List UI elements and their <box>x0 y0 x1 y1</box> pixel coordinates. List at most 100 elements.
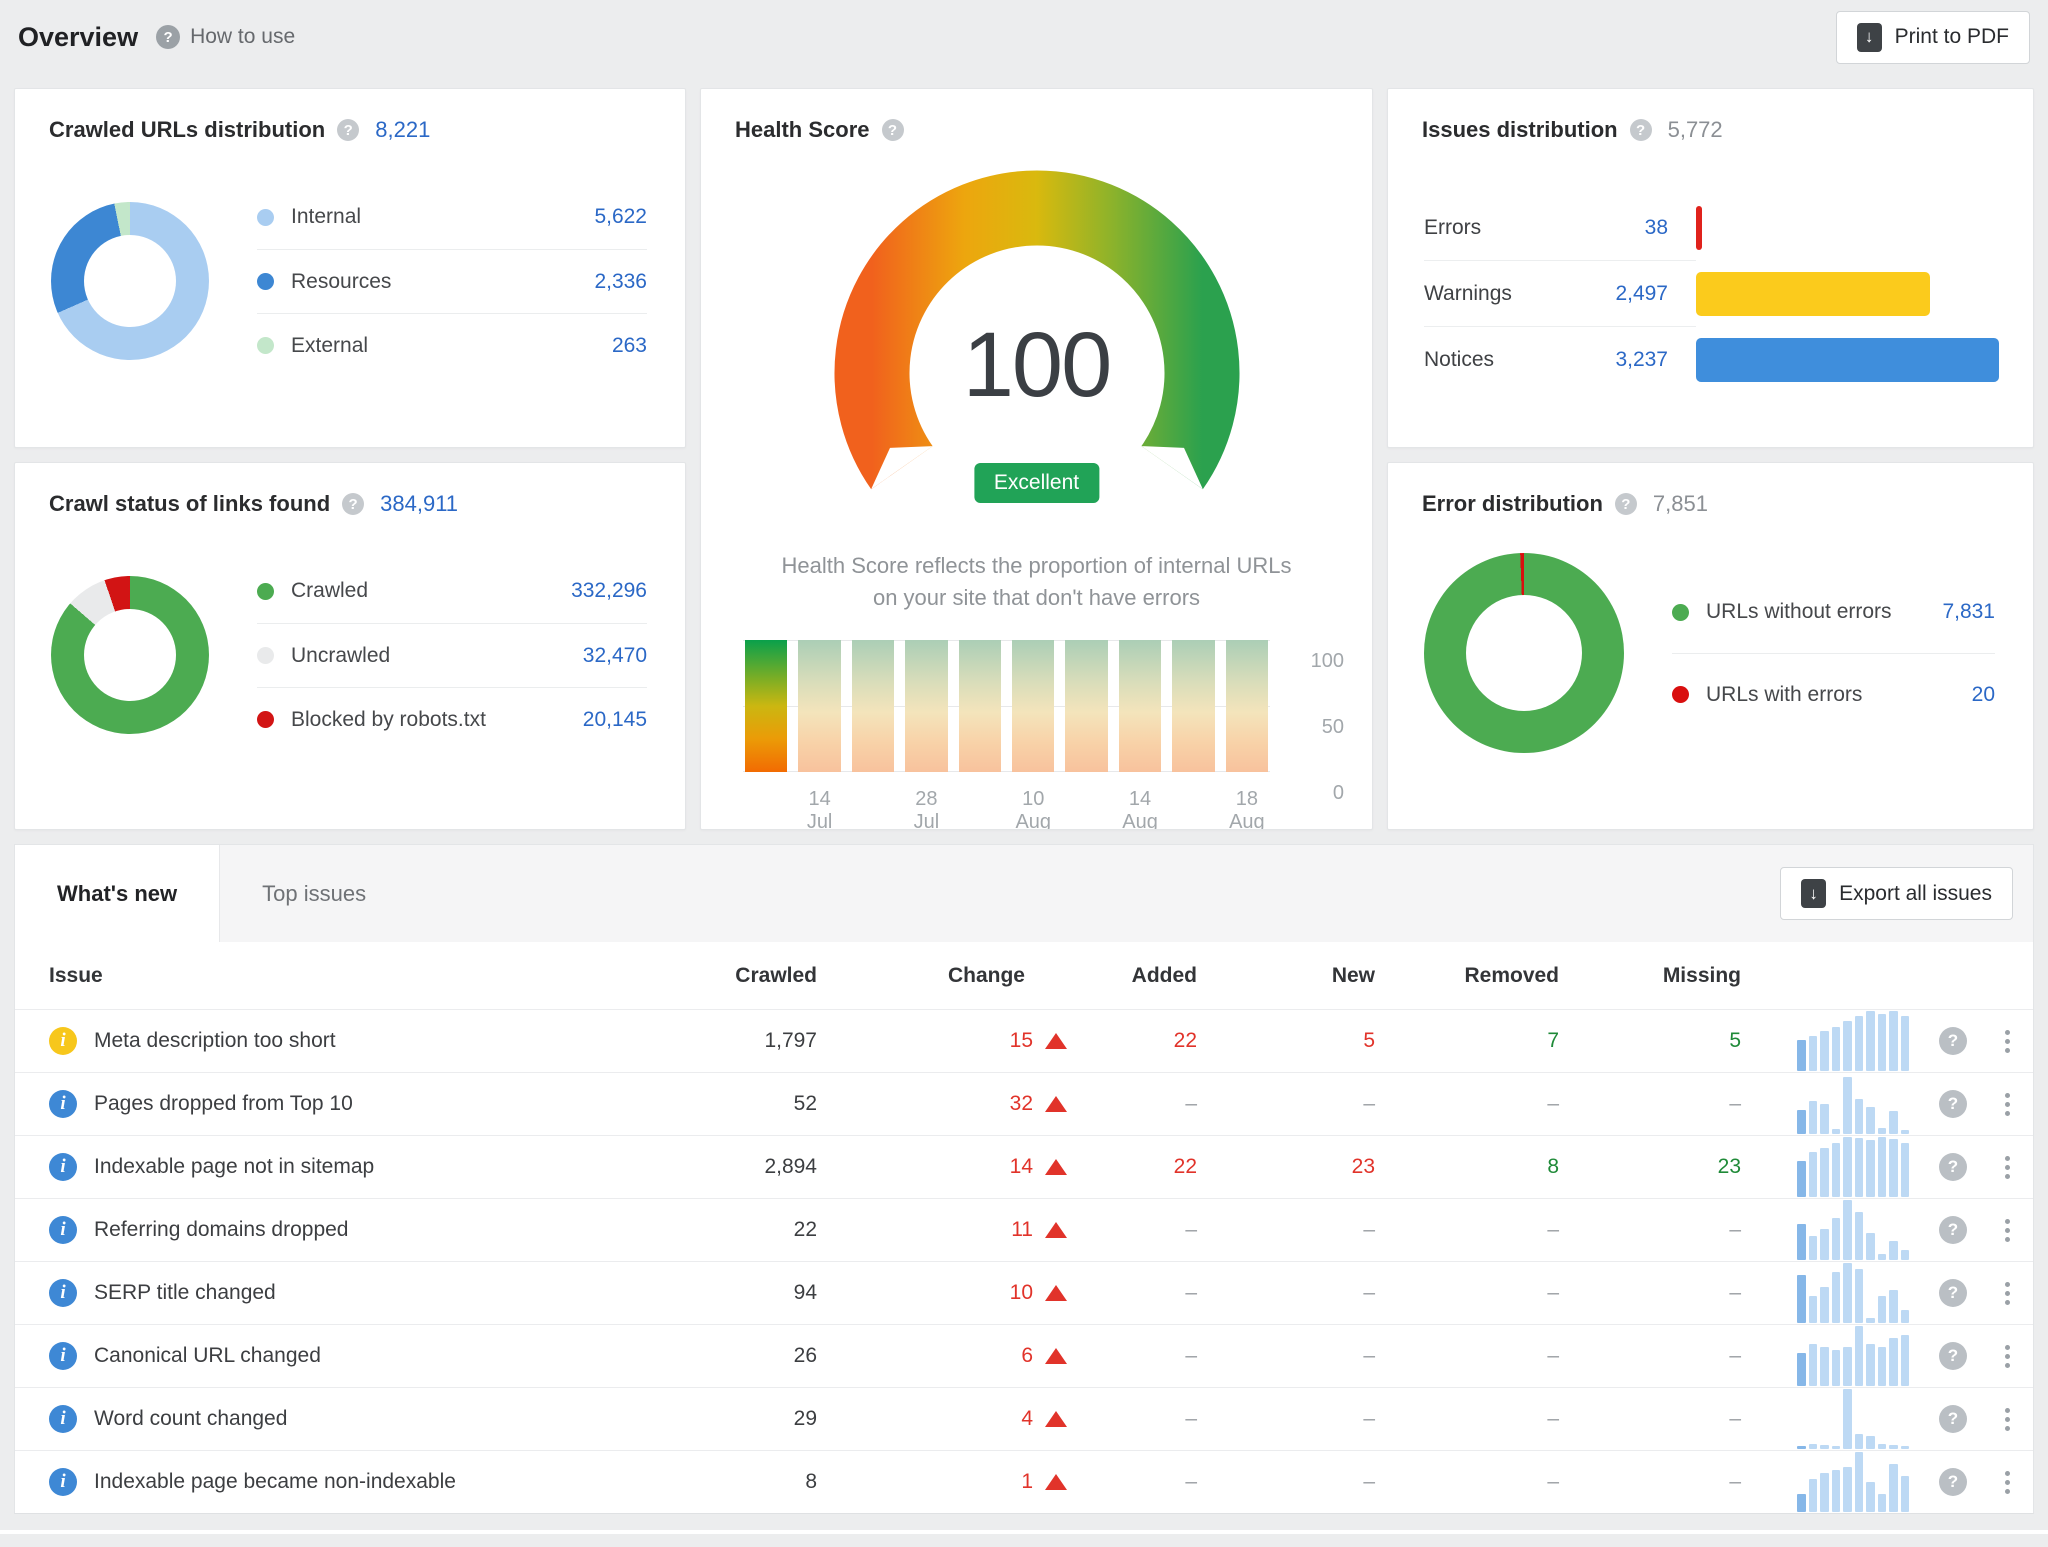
issue-cell[interactable]: iWord count changed <box>49 1405 667 1433</box>
trend-x-label <box>1065 788 1107 830</box>
issue-cell[interactable]: i Pages dropped from Top 10 <box>49 1090 667 1118</box>
row-menu-button[interactable] <box>1997 1156 2017 1179</box>
issue-cell[interactable]: iSERP title changed <box>49 1279 667 1307</box>
table-row[interactable]: iMeta description too short1,7971522575? <box>15 1009 2033 1072</box>
help-icon[interactable]: ? <box>1939 1027 1967 1055</box>
row-menu-button[interactable] <box>1997 1471 2017 1494</box>
sparkline-bar <box>1809 1479 1818 1512</box>
row-menu-button[interactable] <box>1997 1408 2017 1431</box>
help-icon[interactable]: ? <box>1939 1090 1967 1118</box>
table-row[interactable]: iIndexable page not in sitemap2,89414222… <box>15 1135 2033 1198</box>
export-all-issues-button[interactable]: Export all issues <box>1780 867 2013 920</box>
added-value: – <box>1067 1470 1197 1494</box>
legend-value-link[interactable]: 20 <box>1972 683 1995 707</box>
row-menu-button[interactable] <box>1997 1345 2017 1368</box>
issue-cell[interactable]: iIndexable page not in sitemap <box>49 1153 667 1181</box>
row-menu-button[interactable] <box>1997 1093 2017 1116</box>
menu-dot <box>2005 1237 2010 1242</box>
row-menu-button[interactable] <box>1997 1282 2017 1305</box>
sparkline-bar <box>1809 1296 1818 1323</box>
legend-value-link[interactable]: 332,296 <box>571 579 647 603</box>
distribution-value-link[interactable]: 38 <box>1645 216 1696 240</box>
card-title: Crawl status of links found <box>49 491 330 517</box>
help-icon[interactable]: ? <box>1939 1405 1967 1433</box>
help-icon[interactable]: ? <box>337 119 359 141</box>
row-menu-button[interactable] <box>1997 1030 2017 1053</box>
help-icon[interactable]: ? <box>1939 1279 1967 1307</box>
table-row[interactable]: iSERP title changed9410––––? <box>15 1261 2033 1324</box>
issue-cell[interactable]: iReferring domains dropped <box>49 1216 667 1244</box>
notice-info-icon: i <box>49 1090 77 1118</box>
help-icon[interactable]: ? <box>342 493 364 515</box>
sparkline-bar <box>1797 1161 1806 1197</box>
help-icon[interactable]: ? <box>882 119 904 141</box>
distribution-value-link[interactable]: 3,237 <box>1615 348 1696 372</box>
missing-value: – <box>1559 1470 1741 1494</box>
row-menu-button[interactable] <box>1997 1219 2017 1242</box>
issue-cell[interactable]: iIndexable page became non-indexable <box>49 1468 667 1496</box>
legend-value-link[interactable]: 263 <box>612 334 647 358</box>
help-icon[interactable]: ? <box>1939 1153 1967 1181</box>
issue-cell[interactable]: iMeta description too short <box>49 1027 667 1055</box>
help-icon[interactable]: ? <box>1615 493 1637 515</box>
table-row[interactable]: iPages dropped from Top 105232––––? <box>15 1072 2033 1135</box>
distribution-value-link[interactable]: 2,497 <box>1615 282 1696 306</box>
col-header-issue: Issue <box>49 964 667 988</box>
tab-top-issues[interactable]: Top issues <box>220 845 408 942</box>
legend-value-link[interactable]: 32,470 <box>583 644 647 668</box>
col-header-new: New <box>1197 964 1375 988</box>
issue-cell[interactable]: iCanonical URL changed <box>49 1342 667 1370</box>
help-icon[interactable]: ? <box>1939 1216 1967 1244</box>
legend-label: Crawled <box>291 579 368 603</box>
missing-value: 23 <box>1559 1155 1741 1179</box>
distribution-row: Warnings2,497 <box>1424 261 1999 327</box>
table-row[interactable]: iReferring domains dropped2211––––? <box>15 1198 2033 1261</box>
print-to-pdf-button[interactable]: Print to PDF <box>1836 11 2030 64</box>
sparkline-bar <box>1878 1347 1887 1386</box>
sparkline-bar <box>1889 1290 1898 1323</box>
help-icon[interactable]: ? <box>1630 119 1652 141</box>
removed-value: – <box>1375 1218 1559 1242</box>
legend-value-link[interactable]: 2,336 <box>594 270 647 294</box>
sparkline-bar <box>1843 1137 1852 1197</box>
crawl-status-total-link[interactable]: 384,911 <box>380 491 458 517</box>
issue-name[interactable]: Pages dropped from Top 10 <box>94 1092 353 1116</box>
issue-name[interactable]: Canonical URL changed <box>94 1344 321 1368</box>
legend-value-link[interactable]: 5,622 <box>594 205 647 229</box>
menu-dot <box>2005 1039 2010 1044</box>
legend-value-link[interactable]: 7,831 <box>1942 600 1995 624</box>
how-to-use-link[interactable]: ? How to use <box>156 25 295 49</box>
issue-name[interactable]: Meta description too short <box>94 1029 336 1053</box>
table-row[interactable]: iCanonical URL changed266––––? <box>15 1324 2033 1387</box>
issue-name[interactable]: Indexable page not in sitemap <box>94 1155 374 1179</box>
sparkline-bar <box>1843 1263 1852 1323</box>
error-distribution-donut-chart <box>1424 553 1624 753</box>
distribution-bar-zone <box>1696 195 1999 261</box>
removed-value: – <box>1375 1281 1559 1305</box>
issue-name[interactable]: Indexable page became non-indexable <box>94 1470 456 1494</box>
issue-name[interactable]: Referring domains dropped <box>94 1218 348 1242</box>
issue-name[interactable]: Word count changed <box>94 1407 287 1431</box>
trend-x-label: 28 Jul <box>905 788 947 830</box>
legend-label: URLs without errors <box>1706 600 1892 624</box>
added-value: – <box>1067 1218 1197 1242</box>
sparkline-bar <box>1832 1350 1841 1386</box>
help-icon[interactable]: ? <box>1939 1468 1967 1496</box>
sparkline-bar <box>1855 1212 1864 1260</box>
crawled-urls-total-link[interactable]: 8,221 <box>375 117 430 143</box>
tab-whats-new[interactable]: What's new <box>15 845 220 942</box>
sparkline-bar <box>1820 1229 1829 1260</box>
change-up-triangle-icon <box>1045 1348 1067 1364</box>
change-cell: 4 <box>817 1407 1067 1431</box>
sparkline-bar <box>1901 1250 1910 1260</box>
table-row[interactable]: iIndexable page became non-indexable81––… <box>15 1450 2033 1513</box>
menu-dot <box>2005 1111 2010 1116</box>
table-row[interactable]: iWord count changed294––––? <box>15 1387 2033 1450</box>
distribution-row: Notices3,237 <box>1424 327 1999 393</box>
issues-tabbar: What's new Top issues Export all issues <box>15 845 2033 942</box>
help-icon[interactable]: ? <box>1939 1342 1967 1370</box>
legend-value-link[interactable]: 20,145 <box>583 708 647 732</box>
legend-item: Blocked by robots.txt20,145 <box>257 687 647 751</box>
issue-name[interactable]: SERP title changed <box>94 1281 276 1305</box>
trend-x-label <box>1172 788 1214 830</box>
